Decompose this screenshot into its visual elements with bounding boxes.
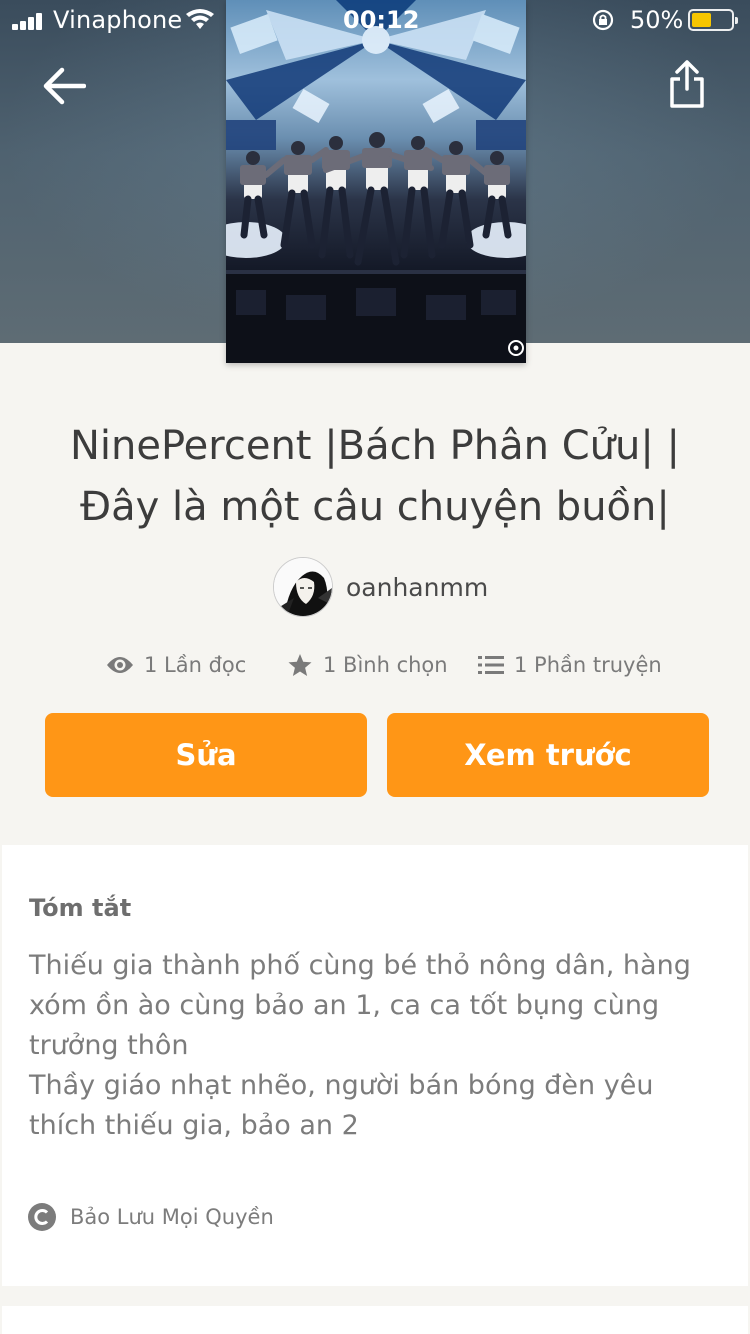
summary-line: Thầy giáo nhạt nhẽo, người bán bóng đèn … — [29, 1070, 654, 1141]
summary-heading: Tóm tắt — [29, 894, 132, 922]
parts-count: 1 Phần truyện — [514, 653, 662, 677]
rotation-lock-icon — [592, 9, 614, 31]
story-stats: 1 Lần đọc 1 Bình chọn 1 Phần truyện — [0, 648, 750, 682]
battery-percent: 50% — [630, 6, 684, 34]
stat-votes: 1 Bình chọn — [287, 648, 448, 682]
signal-icon — [12, 12, 48, 30]
next-section-card — [2, 1306, 748, 1334]
clock: 00:12 — [343, 6, 420, 34]
story-title: NinePercent |Bách Phân Cửu| | Đây là một… — [69, 423, 681, 530]
copyright-label: Bảo Lưu Mọi Quyền — [70, 1205, 274, 1229]
author-link[interactable]: oanhanmm — [273, 556, 488, 618]
avatar — [273, 557, 333, 617]
copyright-notice: Bảo Lưu Mọi Quyền — [27, 1202, 274, 1232]
stat-reads: 1 Lần đọc — [106, 648, 246, 682]
reads-count: 1 Lần đọc — [144, 653, 247, 677]
star-icon — [288, 653, 312, 676]
summary-line: Thiếu gia thành phố cùng bé thỏ nông dân… — [29, 950, 691, 1061]
arrow-left-icon — [43, 67, 86, 105]
battery-icon — [688, 9, 738, 31]
summary-card: Tóm tắt Thiếu gia thành phố cùng bé thỏ … — [2, 845, 748, 1286]
preview-button[interactable]: Xem trước — [387, 713, 709, 797]
author-name: oanhanmm — [346, 572, 489, 602]
share-icon — [670, 60, 704, 108]
wifi-icon — [186, 9, 214, 29]
status-bar: Vinaphone 00:12 50% — [0, 0, 750, 40]
back-button[interactable] — [38, 60, 90, 112]
copyright-icon — [28, 1203, 56, 1231]
summary-text: Thiếu gia thành phố cùng bé thỏ nông dân… — [29, 946, 729, 1146]
edit-button[interactable]: Sửa — [45, 713, 367, 797]
story-cover-image[interactable] — [226, 0, 526, 363]
list-icon — [478, 656, 504, 674]
votes-count: 1 Bình chọn — [323, 653, 448, 677]
carrier-name: Vinaphone — [53, 6, 183, 34]
share-button[interactable] — [664, 56, 710, 112]
eye-icon — [107, 657, 133, 673]
stat-parts: 1 Phần truyện — [478, 648, 662, 682]
battery-level — [692, 13, 711, 27]
